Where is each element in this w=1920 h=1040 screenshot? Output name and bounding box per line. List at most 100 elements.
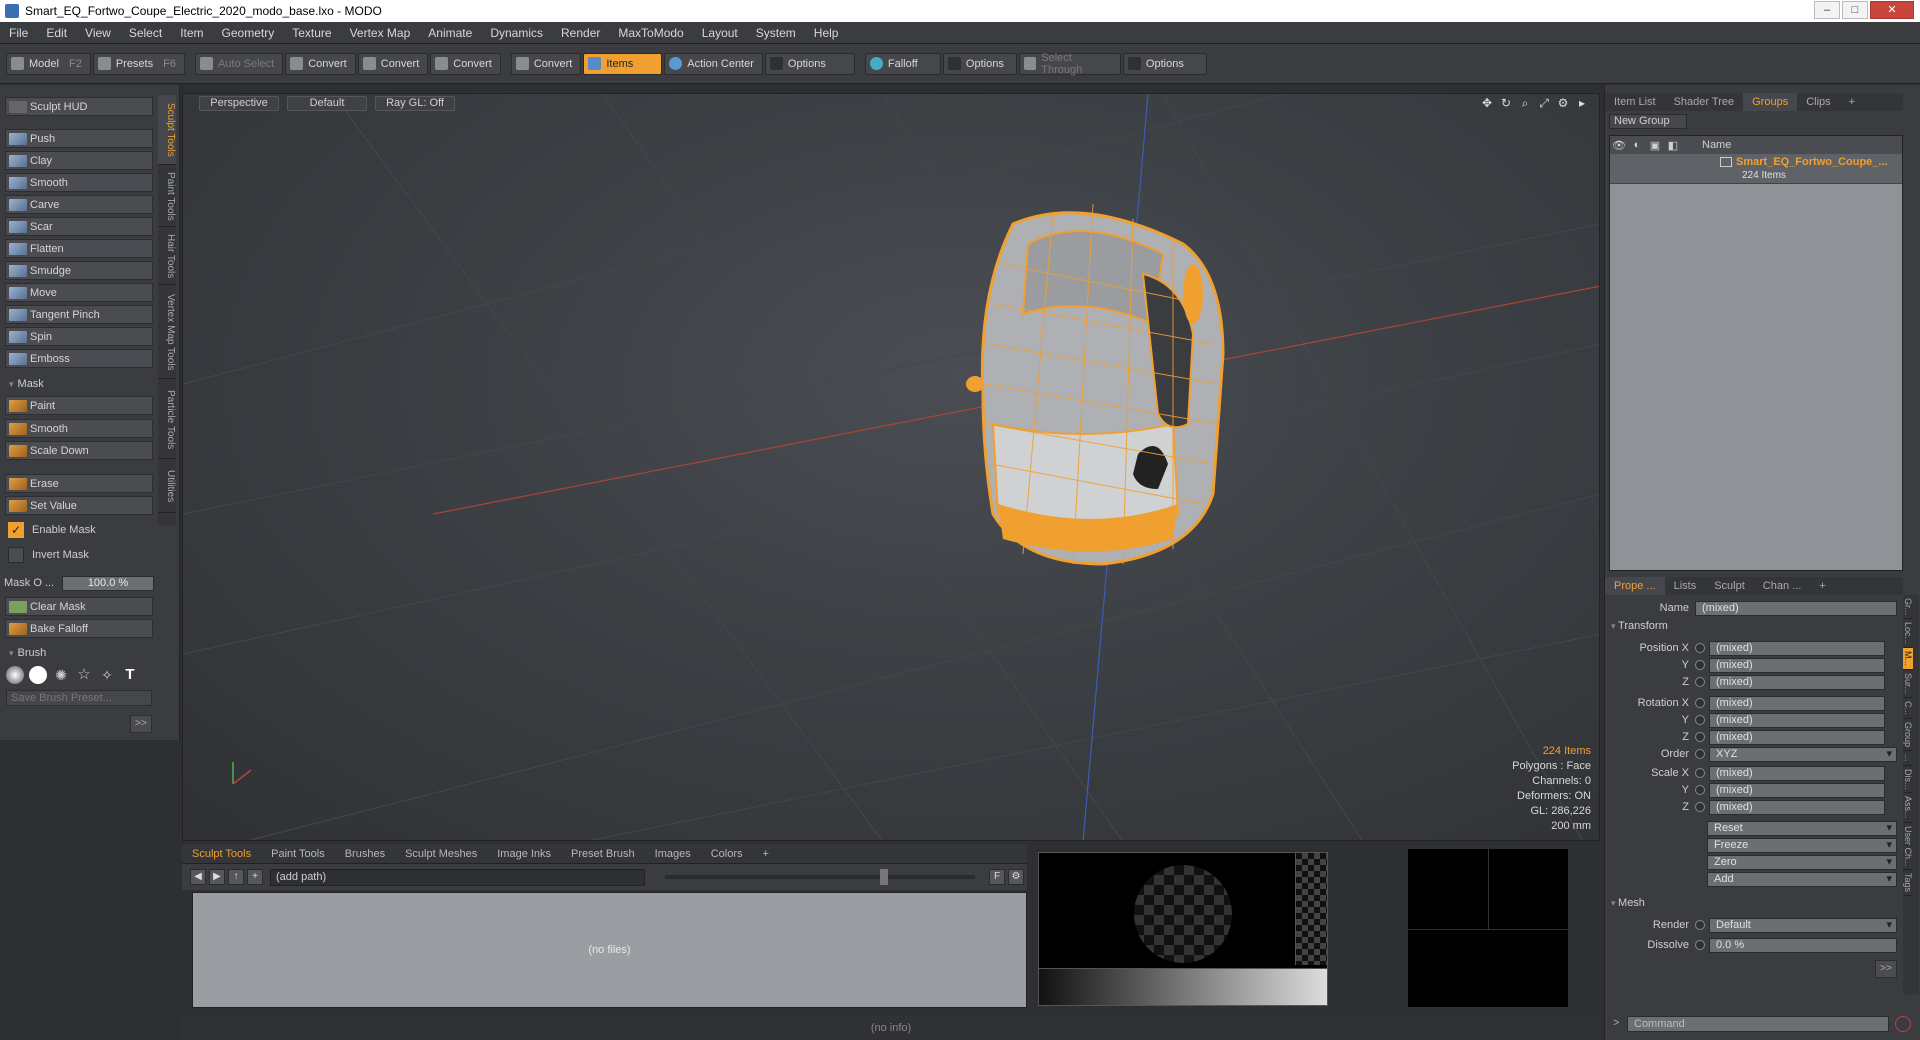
menu-geometry[interactable]: Geometry — [213, 26, 284, 40]
side-tab-group-2[interactable]: Group — [1903, 719, 1913, 752]
tool-tangent-pinch[interactable]: Tangent Pinch — [5, 305, 153, 324]
action-center-button[interactable]: Action Center — [664, 52, 763, 75]
side-tab-more[interactable]: ... — [1903, 751, 1913, 766]
side-tab-c[interactable]: C... — [1903, 698, 1913, 720]
convert-edges-button[interactable]: Convert — [357, 52, 429, 75]
tool-flatten[interactable]: Flatten — [5, 239, 153, 258]
render-dropdown[interactable]: Default — [1709, 917, 1897, 933]
freeze-dropdown[interactable]: Freeze — [1707, 837, 1897, 853]
brush-section-header[interactable]: Brush — [5, 645, 153, 661]
reset-dropdown[interactable]: Reset — [1707, 820, 1897, 836]
tab-brushes[interactable]: Brushes — [335, 848, 395, 860]
add-tab-button[interactable]: + — [1840, 96, 1864, 108]
zoom-icon[interactable]: ⌕ — [1518, 96, 1532, 110]
add-tab-button[interactable]: + — [753, 848, 779, 860]
tab-hair-tools[interactable]: Hair Tools — [158, 229, 176, 285]
tool-clay[interactable]: Clay — [5, 151, 153, 170]
side-tab-surface[interactable]: Sur... — [1903, 670, 1913, 699]
keyframe-dot[interactable] — [1695, 749, 1705, 759]
slider-handle[interactable] — [880, 869, 888, 885]
erase-button[interactable]: Erase — [5, 474, 153, 493]
rotation-y-field[interactable]: (mixed) — [1709, 712, 1885, 728]
side-tab-display[interactable]: Dis... — [1903, 766, 1913, 794]
scale-y-field[interactable]: (mixed) — [1709, 782, 1885, 798]
expand-button[interactable]: >> — [1875, 960, 1897, 978]
tab-image-inks[interactable]: Image Inks — [487, 848, 561, 860]
keyframe-dot[interactable] — [1695, 785, 1705, 795]
zero-dropdown[interactable]: Zero — [1707, 854, 1897, 870]
menu-system[interactable]: System — [747, 26, 805, 40]
menu-edit[interactable]: Edit — [37, 26, 76, 40]
keyframe-dot[interactable] — [1695, 660, 1705, 670]
bake-falloff-button[interactable]: Bake Falloff — [5, 619, 153, 638]
side-tab-mesh[interactable]: M... — [1903, 648, 1913, 671]
tab-paint-tools-lower[interactable]: Paint Tools — [261, 848, 335, 860]
tab-utilities[interactable]: Utilities — [158, 461, 176, 513]
3d-viewport[interactable]: Perspective Default Ray GL: Off ✥ ↻ ⌕ ⤢ … — [182, 93, 1600, 841]
name-field[interactable]: (mixed) — [1695, 600, 1897, 616]
add-tab-button[interactable]: + — [1810, 580, 1834, 592]
filter-icon[interactable]: F — [989, 869, 1005, 885]
position-x-field[interactable]: (mixed) — [1709, 640, 1885, 656]
tab-sculpt-meshes[interactable]: Sculpt Meshes — [395, 848, 487, 860]
menu-vertex-map[interactable]: Vertex Map — [341, 26, 420, 40]
minimize-button[interactable]: – — [1814, 1, 1840, 19]
procedural-brush-icon[interactable]: ✧ — [98, 666, 116, 684]
tab-vertex-map-tools[interactable]: Vertex Map Tools — [158, 287, 176, 379]
tool-push[interactable]: Push — [5, 129, 153, 148]
back-arrow-icon[interactable]: ◀ — [190, 869, 206, 885]
tool-emboss[interactable]: Emboss — [5, 349, 153, 368]
rotate-icon[interactable]: ↻ — [1499, 96, 1513, 110]
tool-carve[interactable]: Carve — [5, 195, 153, 214]
mesh-section[interactable]: Mesh — [1611, 897, 1645, 911]
scale-x-field[interactable]: (mixed) — [1709, 765, 1885, 781]
invert-mask-checkbox[interactable]: Invert Mask — [8, 546, 158, 564]
action-center-options-button[interactable]: Options — [764, 52, 855, 75]
tab-channels[interactable]: Chan ... — [1754, 580, 1811, 592]
tab-shader-tree[interactable]: Shader Tree — [1665, 96, 1744, 108]
pan-icon[interactable]: ✥ — [1480, 96, 1494, 110]
hard-brush-icon[interactable] — [29, 666, 47, 684]
select-through-button[interactable]: Select Through — [1018, 52, 1121, 76]
falloff-button[interactable]: Falloff — [864, 52, 941, 75]
group-row[interactable]: Smart_EQ_Fortwo_Coupe_... 224 Items — [1610, 154, 1902, 184]
falloff-options-button[interactable]: Options — [942, 52, 1017, 75]
menu-item[interactable]: Item — [171, 26, 212, 40]
command-input[interactable]: Command — [1627, 1016, 1889, 1032]
eye-icon[interactable]: 👁 — [1610, 139, 1628, 152]
gear-icon[interactable]: ⚙ — [1556, 96, 1570, 110]
items-mode-button[interactable]: Items — [583, 52, 663, 75]
expand-button[interactable]: >> — [130, 715, 152, 733]
tab-preset-brush[interactable]: Preset Brush — [561, 848, 645, 860]
play-icon[interactable]: ▸ — [1575, 96, 1589, 110]
menu-file[interactable]: File — [0, 26, 37, 40]
add-icon[interactable]: + — [247, 869, 263, 885]
car-wireframe-model[interactable] — [966, 203, 1225, 566]
mask-smooth-button[interactable]: Smooth — [5, 419, 153, 438]
soft-brush-icon[interactable] — [6, 666, 24, 684]
menu-render[interactable]: Render — [552, 26, 609, 40]
keyframe-dot[interactable] — [1695, 698, 1705, 708]
tab-sculpt-tools-lower[interactable]: Sculpt Tools — [182, 848, 261, 860]
new-group-button[interactable]: New Group — [1609, 114, 1687, 129]
keyframe-dot[interactable] — [1695, 643, 1705, 653]
side-tab-group[interactable]: Gr... — [1903, 595, 1913, 620]
clear-mask-button[interactable]: Clear Mask — [5, 597, 153, 616]
rotation-x-field[interactable]: (mixed) — [1709, 695, 1885, 711]
tab-item-list[interactable]: Item List — [1605, 96, 1665, 108]
tool-scar[interactable]: Scar — [5, 217, 153, 236]
tab-colors[interactable]: Colors — [701, 848, 753, 860]
position-y-field[interactable]: (mixed) — [1709, 657, 1885, 673]
position-z-field[interactable]: (mixed) — [1709, 674, 1885, 690]
tool-spin[interactable]: Spin — [5, 327, 153, 346]
mask-scale-down-button[interactable]: Scale Down — [5, 441, 153, 460]
name-column-header[interactable]: Name — [1702, 139, 1731, 151]
tab-images[interactable]: Images — [645, 848, 701, 860]
mask-paint-button[interactable]: Paint — [5, 396, 153, 415]
menu-view[interactable]: View — [76, 26, 120, 40]
tab-lists[interactable]: Lists — [1665, 580, 1706, 592]
command-history-icon[interactable] — [1895, 1016, 1911, 1032]
menu-texture[interactable]: Texture — [283, 26, 340, 40]
star-brush-icon[interactable]: ☆ — [75, 666, 93, 684]
add-dropdown[interactable]: Add — [1707, 871, 1897, 887]
